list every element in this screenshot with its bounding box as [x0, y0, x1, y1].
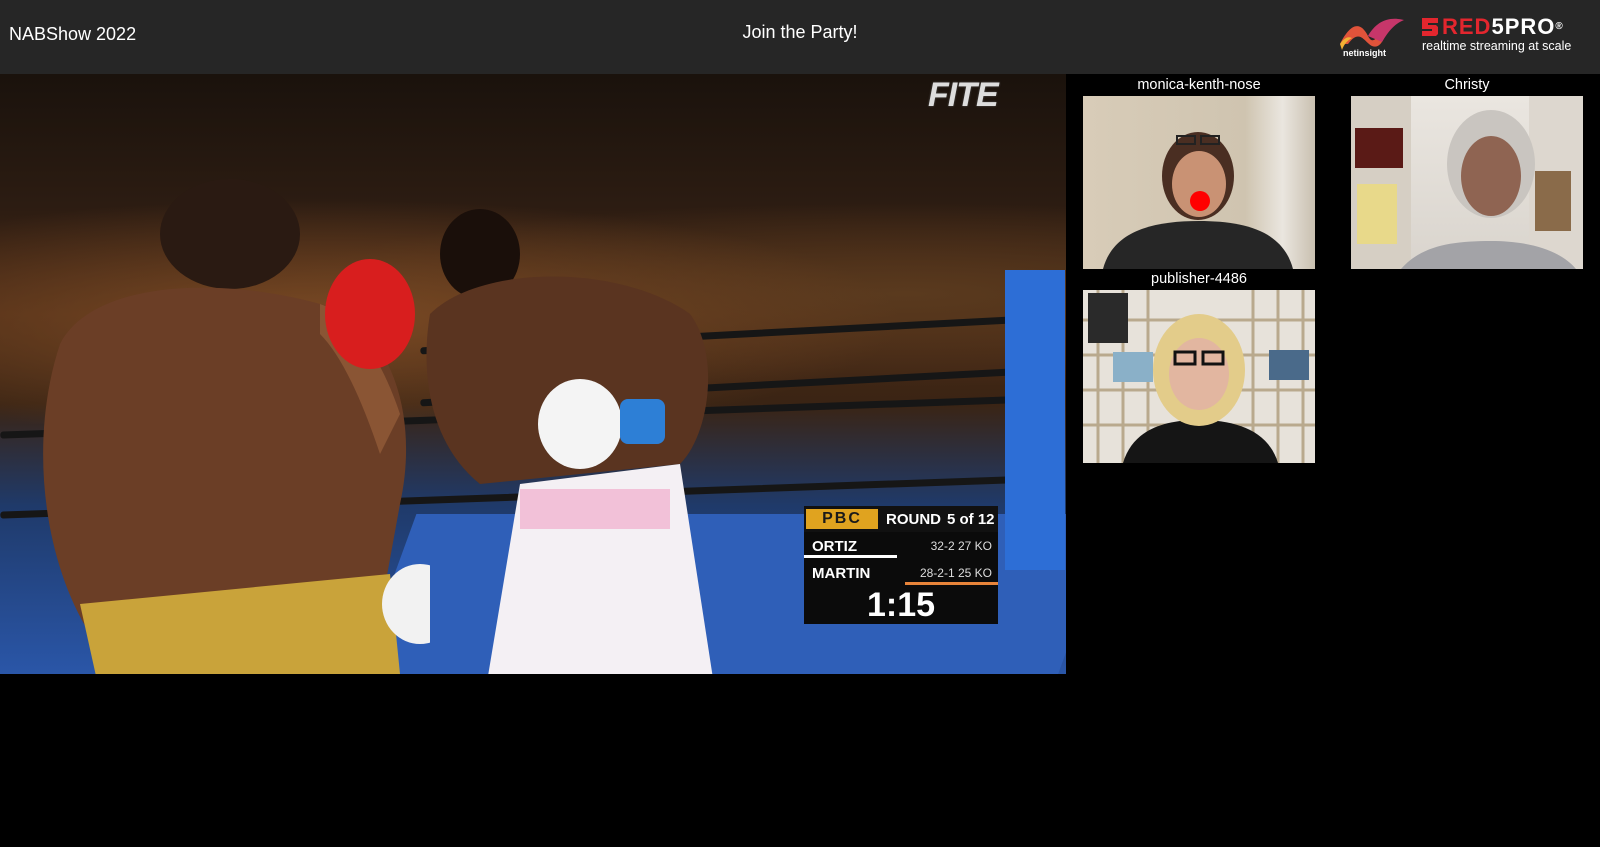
trademark-mark: ®	[1555, 21, 1564, 32]
top-bar: NABShow 2022 Join the Party! netinsight …	[0, 0, 1600, 74]
fighter-name: MARTIN	[812, 565, 871, 582]
round-clock: 1:15	[866, 586, 936, 624]
participant-video-tile[interactable]	[1083, 290, 1315, 463]
round-label: ROUND	[886, 511, 941, 528]
fighter-name: ORTIZ	[812, 538, 857, 555]
participant-name: Christy	[1444, 77, 1490, 93]
scorebug-header: PBC ROUND 5 of 12	[804, 506, 998, 532]
participant-video-tile[interactable]	[1351, 96, 1583, 269]
fighter-progress-bar	[904, 582, 998, 585]
ring-corner-pad	[1005, 270, 1065, 570]
red5-logo-white: 5PRO	[1491, 14, 1556, 39]
participant-name: monica-kenth-nose	[1137, 77, 1261, 93]
participant-video-tile[interactable]	[1083, 96, 1315, 269]
netinsight-logo-text: netinsight	[1343, 48, 1386, 58]
participant-avatar	[1083, 290, 1315, 463]
red-nose-overlay	[1190, 191, 1210, 211]
participant-name: publisher-4486	[1151, 271, 1247, 287]
fighter-row: MARTIN 28-2-1 25 KO	[804, 561, 998, 585]
fite-watermark: FITE	[928, 76, 999, 114]
boxer-left-figure	[43, 179, 430, 674]
boxer-right-figure	[426, 209, 713, 674]
red5-tagline: realtime streaming at scale	[1422, 39, 1572, 53]
red5pro-logo: RED5PRO® realtime streaming at scale	[1422, 16, 1571, 53]
fighter-progress-bar	[804, 555, 898, 558]
fighter-row: ORTIZ 32-2 27 KO	[804, 534, 998, 558]
round-value: 5 of 12	[947, 511, 995, 528]
pbc-logo: PBC	[806, 509, 878, 529]
fighter-record: 32-2 27 KO	[930, 539, 992, 553]
fight-scorebug: PBC ROUND 5 of 12 ORTIZ 32-2 27 KO MARTI…	[804, 506, 998, 624]
red5-mark-icon	[1422, 18, 1438, 36]
red5-logo-red: RED	[1442, 14, 1492, 39]
participant-avatar	[1351, 96, 1583, 269]
fighter-record: 28-2-1 25 KO	[919, 566, 992, 580]
main-stream-video[interactable]: FITE PBC ROUND 5 of 12 ORTIZ 32-2 27 KO …	[0, 74, 1066, 674]
participant-avatar	[1103, 132, 1293, 269]
